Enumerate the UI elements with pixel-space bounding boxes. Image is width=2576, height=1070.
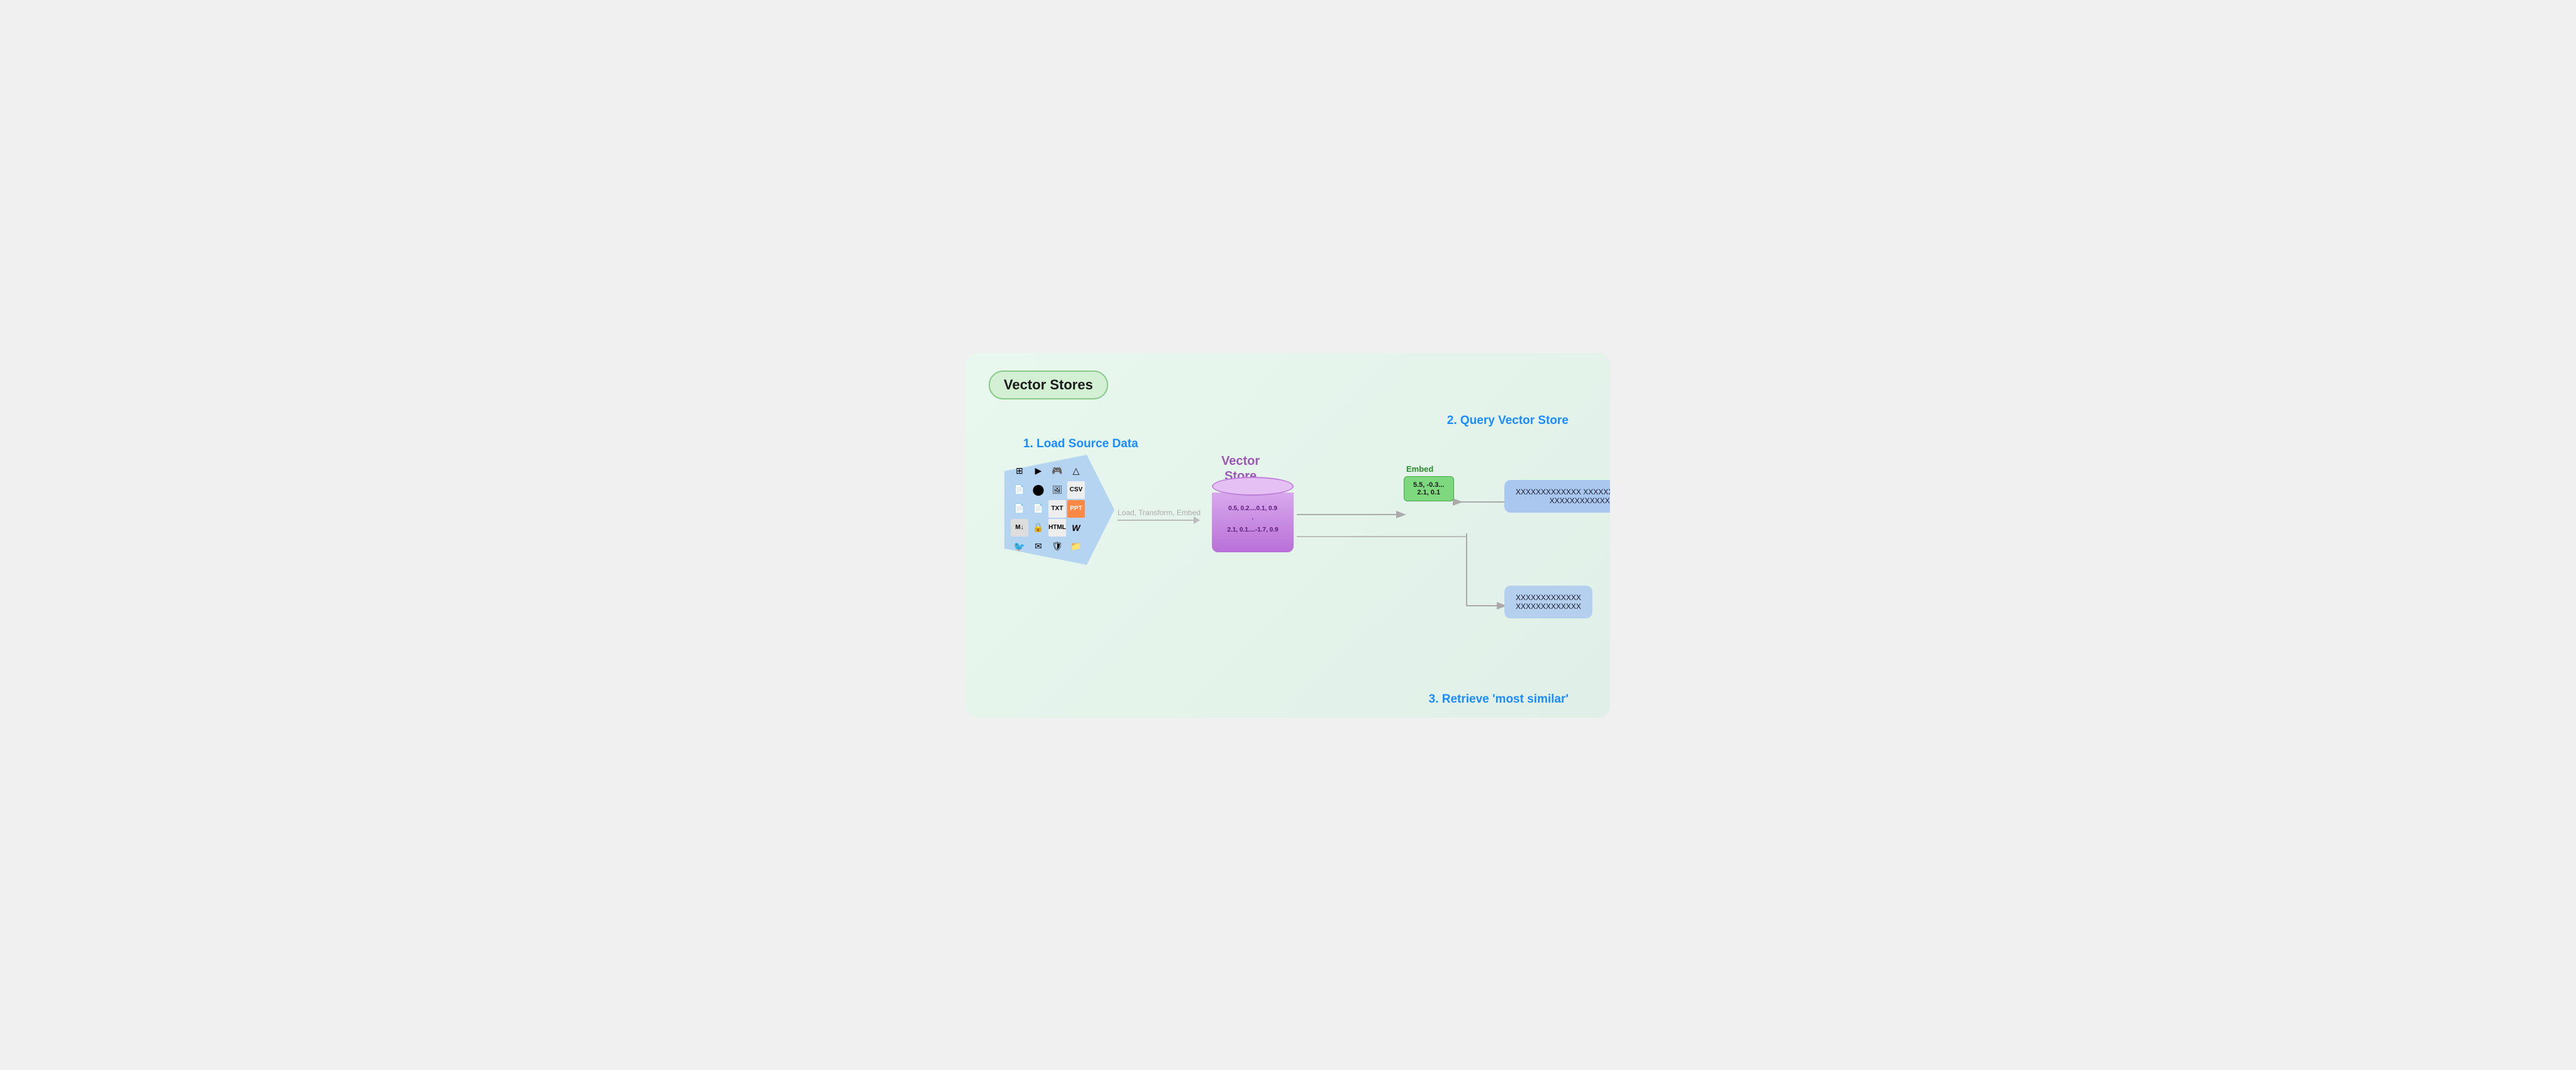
- icon-ppt: PPT: [1067, 500, 1085, 518]
- icon-empty4: [1086, 519, 1104, 537]
- icon-csv: CSV: [1067, 481, 1085, 499]
- cylinder-text-bot: 2.1, 0.1....-1.7, 0.9: [1212, 525, 1294, 535]
- retrieve-label: 3. Retrieve 'most similar': [1429, 693, 1568, 706]
- vs-title-line1: Vector: [1221, 454, 1260, 468]
- source-data-pentagon: ⊞ ▶ 🎮 △ 📄 ⬤ 🖼 CSV 📄 📄 TXT PPT M↓ 🔒: [1004, 455, 1114, 565]
- icon-txt: TXT: [1048, 500, 1066, 518]
- query-line2: XXXXXXXXXXXXX: [1516, 496, 1610, 505]
- icon-twitter: 🐦: [1011, 538, 1028, 555]
- result-box: XXXXXXXXXXXXX XXXXXXXXXXXXX: [1504, 586, 1592, 618]
- embed-line2: 2.1, 0.1: [1413, 489, 1445, 496]
- icon-doc3: 📄: [1030, 500, 1047, 518]
- query-line1: XXXXXXXXXXXXX XXXXXXXXXXXXX: [1516, 488, 1610, 496]
- load-arrow-container: Load, Transform, Embed: [1118, 508, 1201, 521]
- icon-play: ▶: [1030, 462, 1047, 480]
- icon-mail: ✉: [1030, 538, 1047, 555]
- icon-empty2: [1086, 481, 1104, 499]
- cylinder-text-top: 0.5, 0.2....0.1, 0.9: [1212, 503, 1294, 514]
- arrow-line: [1118, 520, 1199, 521]
- icon-hash: ⊞: [1011, 462, 1028, 480]
- icon-html: HTML: [1048, 519, 1066, 537]
- icon-empty3: [1086, 500, 1104, 518]
- icon-empty1: [1086, 462, 1104, 480]
- icon-shield: 🛡: [1048, 538, 1066, 555]
- title-badge: Vector Stores: [989, 371, 1108, 399]
- icon-doc1: 📄: [1011, 481, 1028, 499]
- cylinder-text-mid: ·: [1212, 514, 1294, 525]
- query-box: XXXXXXXXXXXXX XXXXXXXXXXXXX XXXXXXXXXXXX…: [1504, 480, 1610, 513]
- arrow-label: Load, Transform, Embed: [1118, 508, 1201, 517]
- icon-md: M↓: [1011, 519, 1028, 537]
- result-line1: XXXXXXXXXXXXX: [1516, 593, 1581, 602]
- embed-label: Embed: [1406, 464, 1454, 474]
- embed-section: Embed 5.5, -0.3... 2.1, 0.1: [1404, 464, 1454, 501]
- embed-box: 5.5, -0.3... 2.1, 0.1: [1404, 476, 1454, 501]
- icon-discord: 🎮: [1048, 462, 1066, 480]
- icon-empty5: [1086, 538, 1104, 555]
- icon-image: 🖼: [1048, 481, 1066, 499]
- icon-lock: 🔒: [1030, 519, 1047, 537]
- embed-line1: 5.5, -0.3...: [1413, 481, 1445, 489]
- cylinder: 0.5, 0.2....0.1, 0.9 · 2.1, 0.1....-1.7,…: [1212, 477, 1294, 552]
- icon-folder: 📁: [1067, 538, 1085, 555]
- icon-triangle: △: [1067, 462, 1085, 480]
- slide-container: Vector Stores 1. Load Source Data 2. Que…: [966, 353, 1610, 718]
- load-source-label: 1. Load Source Data: [1023, 437, 1138, 451]
- result-line2: XXXXXXXXXXXXX: [1516, 602, 1581, 611]
- icon-wiki: W: [1067, 519, 1085, 537]
- icon-doc2: 📄: [1011, 500, 1028, 518]
- query-vector-label: 2. Query Vector Store: [1447, 414, 1568, 428]
- icon-github: ⬤: [1030, 481, 1047, 499]
